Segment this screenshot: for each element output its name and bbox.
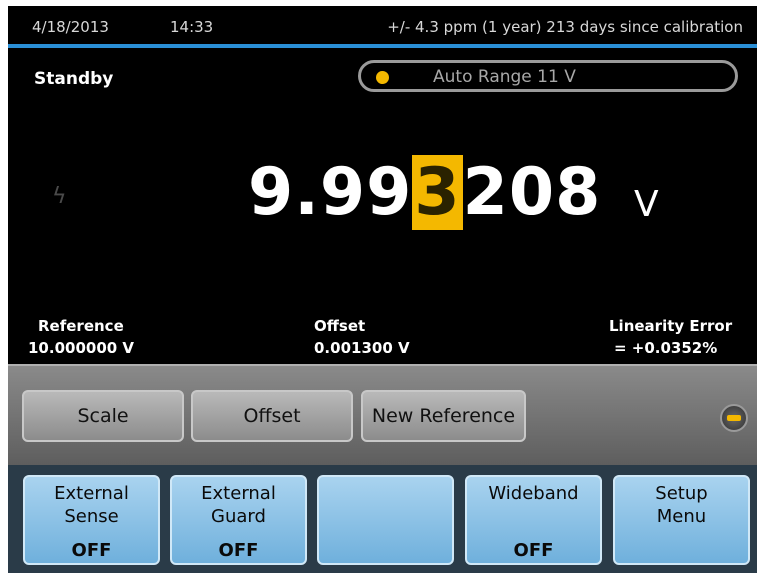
linearity-error-label: Linearity Error xyxy=(609,317,733,335)
external-sense-key[interactable]: External Sense OFF xyxy=(23,475,160,565)
key-state: OFF xyxy=(218,540,259,561)
reference-label: Reference xyxy=(38,317,124,335)
minus-icon[interactable] xyxy=(720,404,748,432)
calibration-status: +/- 4.3 ppm (1 year) 213 days since cali… xyxy=(387,18,743,36)
key-state: OFF xyxy=(71,540,112,561)
offset-label: Offset xyxy=(314,317,366,335)
minus-bar xyxy=(727,415,741,421)
operate-status: Standby xyxy=(34,69,114,89)
softkey-bar: Scale Offset New Reference xyxy=(8,364,757,465)
offset-button[interactable]: Offset xyxy=(191,390,353,442)
offset-value: 0.001300 V xyxy=(314,339,410,357)
function-key-bar: External Sense OFF External Guard OFF Wi… xyxy=(8,465,757,573)
divider xyxy=(8,44,757,48)
key-label: External xyxy=(201,483,276,504)
reading-unit: V xyxy=(634,184,659,225)
key-state: OFF xyxy=(513,540,554,561)
time-text: 14:33 xyxy=(170,18,214,36)
reference-value: 10.000000 V xyxy=(28,339,135,357)
linearity-error-value: = +0.0352% xyxy=(614,339,718,357)
key-label: Sense xyxy=(64,506,119,527)
reading-selected-digit[interactable]: 3 xyxy=(412,155,463,230)
date-text: 4/18/2013 xyxy=(32,18,109,36)
range-indicator-dot xyxy=(376,71,389,84)
reading-digits-after: 208 xyxy=(462,155,602,230)
status-bar: 4/18/2013 14:33 +/- 4.3 ppm (1 year) 213… xyxy=(8,6,757,44)
key-label: External xyxy=(54,483,129,504)
range-label: Auto Range 11 V xyxy=(433,67,576,87)
wideband-key[interactable]: Wideband OFF xyxy=(465,475,602,565)
reading-digits-before: 9.99 xyxy=(248,155,413,230)
external-guard-key[interactable]: External Guard OFF xyxy=(170,475,307,565)
scale-button[interactable]: Scale xyxy=(22,390,184,442)
new-reference-button[interactable]: New Reference xyxy=(361,390,526,442)
key-label: Wideband xyxy=(488,483,579,504)
blank-key[interactable] xyxy=(317,475,454,565)
lightning-bolt-icon: ϟ xyxy=(52,184,67,209)
range-selector[interactable]: Auto Range 11 V xyxy=(358,60,738,92)
display-screen: 4/18/2013 14:33 +/- 4.3 ppm (1 year) 213… xyxy=(8,6,757,573)
setup-menu-key[interactable]: Setup Menu xyxy=(613,475,750,565)
key-label: Menu xyxy=(656,506,707,527)
key-label: Guard xyxy=(211,506,266,527)
main-reading: 9.993208 xyxy=(248,155,602,230)
key-label: Setup xyxy=(655,483,708,504)
